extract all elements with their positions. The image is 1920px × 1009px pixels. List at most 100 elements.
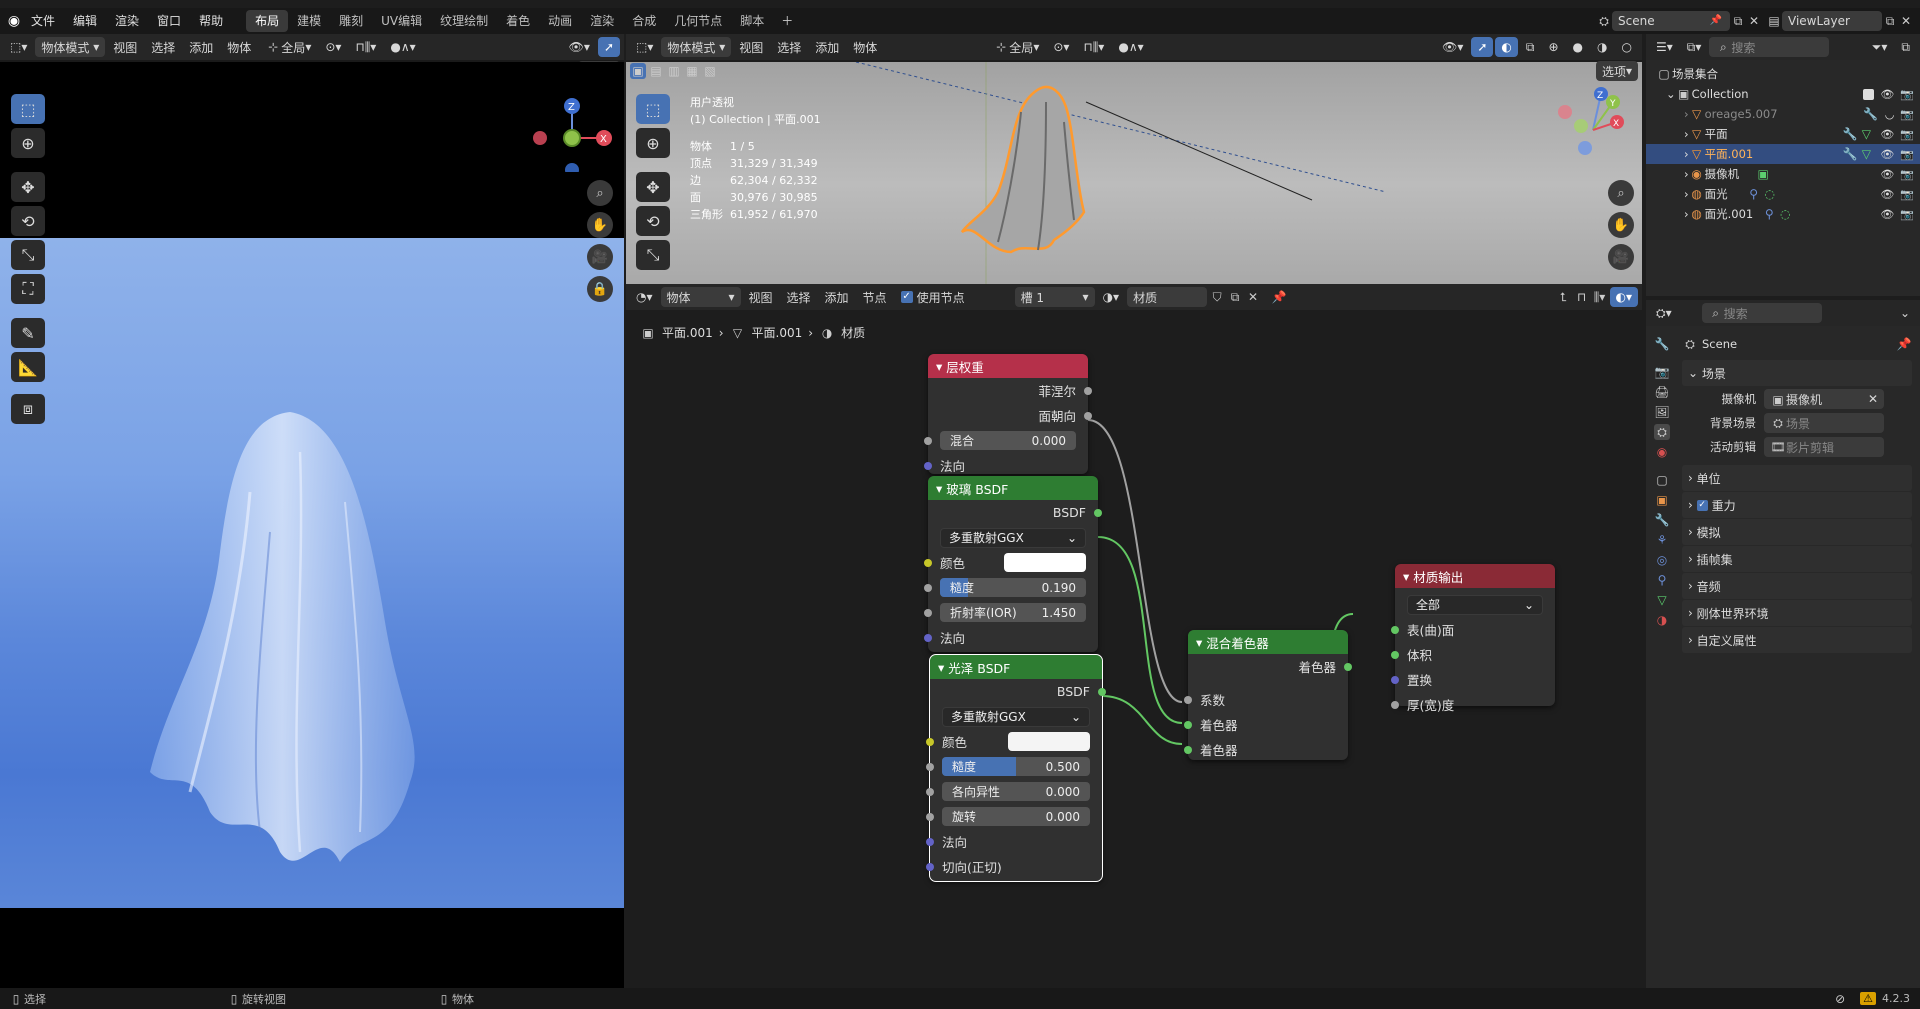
pan-icon[interactable]: ✋ xyxy=(587,212,613,238)
transform-tool[interactable]: ⛶ xyxy=(11,274,45,304)
vector-socket[interactable] xyxy=(924,461,932,470)
editor-type-button[interactable]: ⬚▾ xyxy=(630,37,659,57)
shader-socket[interactable] xyxy=(1391,650,1399,659)
rotation-field[interactable]: 旋转 0.000 xyxy=(942,807,1090,826)
pivot-button[interactable]: ⊙▾ xyxy=(319,37,347,57)
shader-socket[interactable] xyxy=(1184,720,1192,729)
xray-button[interactable]: ⧉ xyxy=(1520,37,1541,57)
scene-icon[interactable]: ⛭ xyxy=(1596,13,1612,29)
menu-select[interactable]: 选择 xyxy=(771,37,807,57)
modifier-tab-icon[interactable]: 🔧 xyxy=(1654,512,1670,528)
display-mode-button[interactable]: ⧉▾ xyxy=(1681,37,1708,57)
mix-shader-node[interactable]: ▾ 混合着色器 着色器 系数 着色器 着色器 xyxy=(1184,630,1352,760)
select-box-tool[interactable]: ⬚ xyxy=(636,94,670,124)
tab-rendering[interactable]: 渲染 xyxy=(581,10,623,32)
shader-socket[interactable] xyxy=(1344,662,1352,671)
select-intersect-icon[interactable]: ▧ xyxy=(702,63,718,79)
menu-add[interactable]: 添加 xyxy=(809,37,845,57)
eye-icon[interactable]: 👁 xyxy=(1880,88,1894,101)
pivot-button[interactable]: ⊙▾ xyxy=(1047,37,1075,57)
rotate-tool[interactable]: ⟲ xyxy=(636,206,670,236)
ior-field[interactable]: 折射率(IOR) 1.450 xyxy=(940,603,1086,622)
camera-field[interactable]: ▣ 摄像机 ✕ xyxy=(1764,389,1884,409)
background-scene-field[interactable]: ⛭ 场景 xyxy=(1764,413,1884,433)
new-collection-button[interactable]: ⧉ xyxy=(1895,37,1916,57)
duplicate-material-icon[interactable]: ⧉ xyxy=(1227,289,1243,305)
menu-add[interactable]: 添加 xyxy=(183,37,219,57)
distribution-dropdown[interactable]: 多重散射GGX ⌄ xyxy=(940,527,1086,548)
axis-gizmo[interactable]: Z X xyxy=(532,92,612,177)
float-socket[interactable] xyxy=(924,436,932,445)
outliner[interactable]: ☰▾ ⧉▾ ⌕ 搜索 ⏷▾ ⧉ ▢ 场景集合 ⌄ ▣ Collection 👁 📷 › ▽ or… xyxy=(1646,34,1920,296)
gizmo-toggle[interactable]: ➚ xyxy=(597,37,620,57)
camera-icon[interactable]: 📷 xyxy=(1900,188,1914,201)
pin-icon[interactable]: 📌 xyxy=(1896,336,1912,352)
color-socket[interactable] xyxy=(924,558,932,567)
chevron-down-icon[interactable]: ⌄ xyxy=(1666,87,1676,101)
editor-type-button[interactable]: ⛭▾ xyxy=(1650,303,1678,323)
color-swatch[interactable] xyxy=(1008,732,1090,751)
tab-uv-editing[interactable]: UV编辑 xyxy=(372,10,431,32)
shader-type-selector[interactable]: 物体 ▾ xyxy=(660,287,741,307)
scene-selector[interactable]: Scene 📌 xyxy=(1612,11,1730,31)
collection-row[interactable]: ⌄ ▣ Collection 👁 📷 xyxy=(1646,84,1920,104)
float-socket[interactable] xyxy=(926,762,934,771)
select-mode-icon[interactable]: ▣ xyxy=(630,63,646,79)
search-input[interactable]: ⌕ 搜索 xyxy=(1709,37,1830,57)
menu-view[interactable]: 视图 xyxy=(107,37,143,57)
parent-node-icon[interactable]: ⮤ xyxy=(1556,289,1572,305)
tool-tab-icon[interactable]: 🔧 xyxy=(1654,336,1670,352)
output-tab-icon[interactable]: 🖨 xyxy=(1654,384,1670,400)
select-box-tool[interactable]: ⬚ xyxy=(11,94,45,124)
node-title[interactable]: ▾ 层权重 xyxy=(928,354,1088,378)
snap-button[interactable]: ⊓⫼▾ xyxy=(1077,37,1110,57)
select-extend-icon[interactable]: ▤ xyxy=(648,63,664,79)
glossy-bsdf-node[interactable]: ▾ 光泽 BSDF BSDF 多重散射GGX ⌄ 颜色 糙度 0.500 各向异性 0… xyxy=(926,654,1106,882)
proportional-button[interactable]: ●∧▾ xyxy=(1112,37,1149,57)
mode-selector[interactable]: 物体模式 ▾ xyxy=(661,37,732,57)
physics-tab-icon[interactable]: ◎ xyxy=(1654,552,1670,568)
material-name-field[interactable]: 材质 xyxy=(1127,287,1208,307)
eye-icon[interactable]: 👁 xyxy=(1880,168,1894,181)
cursor-tool[interactable]: ⊕ xyxy=(11,128,45,158)
camera-icon[interactable]: 📷 xyxy=(1900,208,1914,221)
editor-type-button[interactable]: ⬚▾ xyxy=(4,37,33,57)
material-output-node[interactable]: ▾ 材质输出 全部 ⌄ 表(曲)面 体积 置换 厚(宽)度 xyxy=(1391,564,1555,713)
particles-tab-icon[interactable]: ⚘ xyxy=(1654,532,1670,548)
unlink-material-icon[interactable]: ✕ xyxy=(1245,289,1261,305)
view-layer-tab-icon[interactable]: 🖼 xyxy=(1654,404,1670,420)
viewlayer-selector[interactable]: ViewLayer xyxy=(1782,11,1882,31)
blend-field[interactable]: 混合 0.000 xyxy=(940,431,1076,450)
move-tool[interactable]: ✥ xyxy=(11,172,45,202)
delete-viewlayer-icon[interactable]: ✕ xyxy=(1898,13,1914,29)
menu-view[interactable]: 视图 xyxy=(743,287,779,307)
eye-icon[interactable]: 👁 xyxy=(1880,128,1894,141)
active-clip-field[interactable]: 🎞 影片剪辑 xyxy=(1764,437,1884,457)
mode-selector[interactable]: 物体模式 ▾ xyxy=(35,37,106,57)
object-row[interactable]: › ◍ 面光.001 ⚲ ◌ 👁 📷 xyxy=(1646,204,1920,224)
tab-layout[interactable]: 布局 xyxy=(246,10,289,32)
object-tab-icon[interactable]: ▣ xyxy=(1654,492,1670,508)
checkbox-icon[interactable] xyxy=(1863,88,1875,100)
properties-editor[interactable]: ⛭▾ ⌕ 搜索 ⌄ 🔧 📷 🖨 🖼 ⛭ ◉ ▢ ▣ 🔧 ⚘ ◎ ⚲ ▽ ◑ ⛭ Sc… xyxy=(1646,300,1920,990)
units-panel-header[interactable]: › 单位 xyxy=(1682,465,1912,491)
snap-icon[interactable]: ⊓ xyxy=(1574,289,1590,305)
tab-animation[interactable]: 动画 xyxy=(539,10,581,32)
shading-wire-icon[interactable]: ⊕ xyxy=(1542,37,1564,57)
shader-socket[interactable] xyxy=(1094,508,1102,517)
camera-view-icon[interactable]: 🎥 xyxy=(587,244,613,270)
overlay-toggle[interactable]: ◐▾ xyxy=(1609,287,1638,307)
zoom-icon[interactable]: ⌕ xyxy=(587,180,613,206)
eye-icon[interactable]: 👁 xyxy=(1880,208,1894,221)
tab-shading[interactable]: 着色 xyxy=(497,10,539,32)
tab-sculpting[interactable]: 雕刻 xyxy=(330,10,372,32)
menu-window[interactable]: 窗口 xyxy=(148,8,190,34)
constraints-tab-icon[interactable]: ⚲ xyxy=(1654,572,1670,588)
axis-gizmo[interactable]: Z Y X xyxy=(1555,82,1635,162)
tab-scripting[interactable]: 脚本 xyxy=(731,10,773,32)
render-tab-icon[interactable]: 📷 xyxy=(1654,364,1670,380)
object-row[interactable]: › ▽ oreage5.007 🔧 ◡ 📷 xyxy=(1646,104,1920,124)
measure-tool[interactable]: 📐 xyxy=(11,352,45,382)
gizmo-toggle[interactable]: ➚ xyxy=(1471,37,1494,57)
eye-hidden-icon[interactable]: ◡ xyxy=(1885,108,1895,121)
